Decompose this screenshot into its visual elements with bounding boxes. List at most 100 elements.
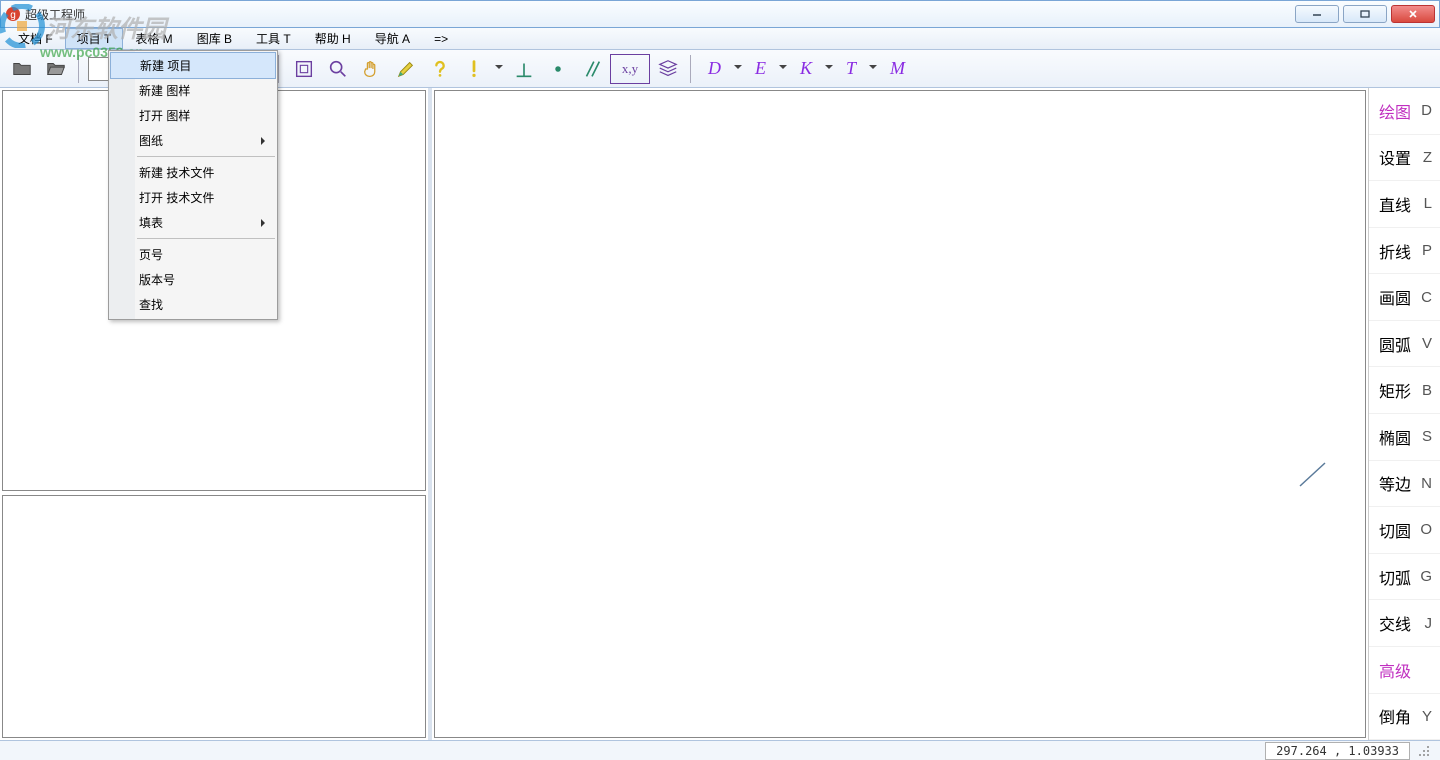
resize-grip-icon[interactable] <box>1416 743 1432 759</box>
sidebar-item-label: 切圆 <box>1379 518 1411 542</box>
right-sidebar: 绘图D设置Z 直线 L 折线 P 画圆 C 圆弧 V 矩形 B 椭圆 S 等边 N 切圆 O 切弧 G 交线 J 高级倒角… <box>1368 88 1440 740</box>
sidebar-item[interactable]: 切弧 G <box>1369 554 1440 601</box>
sidebar-item[interactable]: 切圆 O <box>1369 507 1440 554</box>
dropdown-arrow-icon[interactable] <box>776 65 790 73</box>
sidebar-item-label: 倒角 <box>1379 704 1411 728</box>
maximize-button[interactable] <box>1343 5 1387 23</box>
tool-m[interactable]: M <box>882 58 913 79</box>
canvas-stroke <box>1295 461 1335 491</box>
sidebar-item[interactable]: 高级 <box>1369 647 1440 694</box>
warning-icon[interactable] <box>458 54 490 84</box>
menu-file[interactable]: 文档 F <box>6 28 65 49</box>
sidebar-item-label: 画圆 <box>1379 285 1411 309</box>
tool-e[interactable]: E <box>747 58 774 79</box>
sidebar-item-label: 交线 <box>1379 611 1411 635</box>
tool-t[interactable]: T <box>838 58 864 79</box>
close-button[interactable] <box>1391 5 1435 23</box>
sidebar-item-label: 切弧 <box>1379 565 1411 589</box>
sidebar-item[interactable]: 倒角 Y <box>1369 694 1440 741</box>
sidebar-item-shortcut: V <box>1422 335 1432 352</box>
sidebar-item-label: 圆弧 <box>1379 332 1411 356</box>
dropdown-arrow-icon[interactable] <box>492 65 506 73</box>
menu-item[interactable]: 版本号 <box>109 267 277 292</box>
sidebar-item-shortcut: G <box>1420 568 1432 585</box>
app-icon: g <box>5 6 21 22</box>
menu-library[interactable]: 图库 B <box>185 28 244 49</box>
menu-item[interactable]: 新建 项目 <box>110 52 276 79</box>
parallel-icon[interactable] <box>576 54 608 84</box>
sidebar-item[interactable]: 绘图D <box>1369 88 1440 135</box>
sidebar-item-label: 矩形 <box>1379 378 1411 402</box>
separator <box>278 55 282 83</box>
zoom-region-icon[interactable] <box>288 54 320 84</box>
status-bar: 297.264 , 1.03933 <box>0 740 1440 760</box>
point-icon[interactable] <box>542 54 574 84</box>
sidebar-item-label: 直线 <box>1379 192 1411 216</box>
menu-item[interactable]: 新建 图样 <box>109 78 277 103</box>
menu-item[interactable]: 打开 技术文件 <box>109 185 277 210</box>
sidebar-item-shortcut: S <box>1422 428 1432 445</box>
sidebar-item[interactable]: 交线 J <box>1369 600 1440 647</box>
sidebar-item[interactable]: 圆弧 V <box>1369 321 1440 368</box>
dropdown-arrow-icon[interactable] <box>866 65 880 73</box>
drawing-canvas[interactable] <box>434 90 1366 738</box>
menu-item[interactable]: 查找 <box>109 292 277 317</box>
open-folder-icon[interactable] <box>40 54 72 84</box>
sidebar-item-shortcut: N <box>1421 475 1432 492</box>
menu-item[interactable]: 页号 <box>109 242 277 267</box>
menu-table[interactable]: 表格 M <box>123 28 184 49</box>
sidebar-item-shortcut: Z <box>1423 149 1432 166</box>
coordinate-readout: 297.264 , 1.03933 <box>1265 742 1410 760</box>
menu-item[interactable]: 图纸 <box>109 128 277 153</box>
folder-icon[interactable] <box>6 54 38 84</box>
title-bar: g 超级工程师 <box>0 0 1440 28</box>
sidebar-item-shortcut: J <box>1425 615 1433 632</box>
coord-box[interactable]: x,y <box>610 54 650 84</box>
sidebar-item-label: 绘图 <box>1379 99 1411 123</box>
sidebar-item-shortcut: B <box>1422 382 1432 399</box>
menu-arrow[interactable]: => <box>422 30 460 48</box>
sidebar-item-shortcut: C <box>1421 289 1432 306</box>
hand-icon[interactable] <box>356 54 388 84</box>
pencil-icon[interactable] <box>390 54 422 84</box>
left-lower-panel[interactable] <box>2 495 426 738</box>
sidebar-item-label: 等边 <box>1379 471 1411 495</box>
magnifier-icon[interactable] <box>322 54 354 84</box>
minimize-button[interactable] <box>1295 5 1339 23</box>
tool-k[interactable]: K <box>792 58 820 79</box>
menu-project[interactable]: 项目 T <box>65 28 124 49</box>
sidebar-item-shortcut: Y <box>1422 708 1432 725</box>
sidebar-item-label: 高级 <box>1379 658 1411 682</box>
dropdown-arrow-icon[interactable] <box>731 65 745 73</box>
menu-tools[interactable]: 工具 T <box>244 28 303 49</box>
sidebar-item-shortcut: L <box>1424 195 1432 212</box>
project-menu-dropdown: 新建 项目新建 图样打开 图样图纸新建 技术文件打开 技术文件填表页号版本号查找 <box>108 50 278 320</box>
sidebar-item[interactable]: 折线 P <box>1369 228 1440 275</box>
sidebar-item-shortcut: P <box>1422 242 1432 259</box>
help-icon[interactable] <box>424 54 456 84</box>
sidebar-item-label: 折线 <box>1379 239 1411 263</box>
sidebar-item[interactable]: 画圆 C <box>1369 274 1440 321</box>
sidebar-item[interactable]: 矩形 B <box>1369 367 1440 414</box>
menu-separator <box>137 238 275 239</box>
menu-nav[interactable]: 导航 A <box>363 28 422 49</box>
menu-item[interactable]: 打开 图样 <box>109 103 277 128</box>
layers-icon[interactable] <box>652 54 684 84</box>
menu-item[interactable]: 填表 <box>109 210 277 235</box>
tool-d[interactable]: D <box>700 58 729 79</box>
dropdown-arrow-icon[interactable] <box>822 65 836 73</box>
menu-separator <box>137 156 275 157</box>
svg-text:g: g <box>10 10 16 21</box>
menu-bar: 文档 F 项目 T 表格 M 图库 B 工具 T 帮助 H 导航 A => <box>0 28 1440 50</box>
menu-help[interactable]: 帮助 H <box>303 28 363 49</box>
sidebar-item[interactable]: 椭圆 S <box>1369 414 1440 461</box>
sidebar-item-label: 椭圆 <box>1379 425 1411 449</box>
perpendicular-icon[interactable] <box>508 54 540 84</box>
sidebar-item[interactable]: 等边 N <box>1369 461 1440 508</box>
sidebar-item-shortcut: O <box>1420 521 1432 538</box>
sidebar-item[interactable]: 直线 L <box>1369 181 1440 228</box>
menu-item[interactable]: 新建 技术文件 <box>109 160 277 185</box>
separator <box>78 55 82 83</box>
separator <box>690 55 694 83</box>
sidebar-item[interactable]: 设置Z <box>1369 135 1440 182</box>
